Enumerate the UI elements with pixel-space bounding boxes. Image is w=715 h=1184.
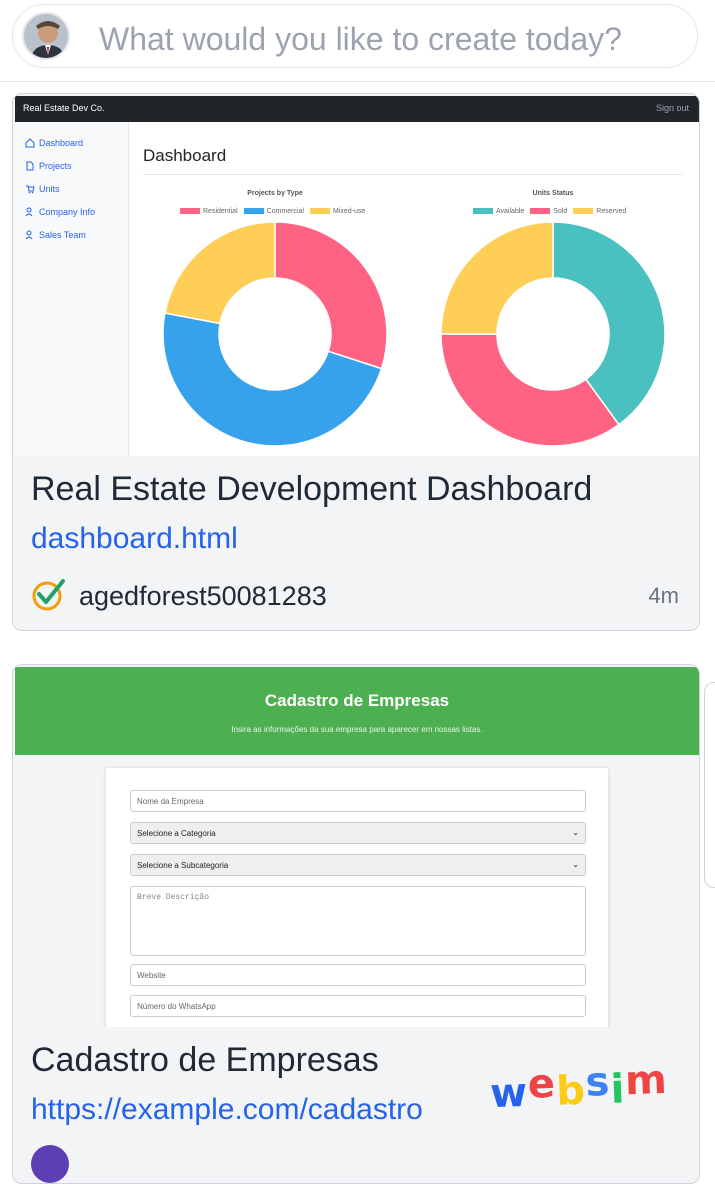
project-link[interactable]: https://example.com/cadastro bbox=[31, 1093, 423, 1127]
legend-label: Mixed-use bbox=[332, 208, 366, 215]
preview-nav-label: Projects bbox=[39, 161, 72, 171]
chart-legend: Available Sold Reserved bbox=[473, 208, 626, 215]
legend-label: Sold bbox=[553, 208, 568, 215]
side-panel-edge[interactable] bbox=[704, 682, 715, 888]
preview-nav-units: Units bbox=[25, 184, 60, 194]
website-field: Website bbox=[130, 964, 586, 986]
subcategory-select-value: Selecione a Subcategoria bbox=[137, 861, 229, 870]
legend-label: Available bbox=[496, 208, 525, 215]
chart-title: Projects by Type bbox=[247, 190, 303, 197]
user-avatar[interactable] bbox=[22, 12, 70, 60]
legend-swatch bbox=[573, 208, 594, 215]
legend-swatch bbox=[243, 208, 264, 215]
legend-swatch bbox=[530, 208, 551, 215]
legend-item: Commercial bbox=[243, 208, 304, 215]
legend-label: Residential bbox=[203, 208, 238, 215]
legend-item: Mixed-use bbox=[309, 208, 366, 215]
preview-nav-projects: Projects bbox=[25, 161, 72, 171]
websim-logo-letter: e bbox=[527, 1060, 557, 1108]
whatsapp-field: Número do WhatsApp bbox=[130, 995, 586, 1017]
home-icon bbox=[25, 138, 35, 148]
description-field: Breve Descrição bbox=[130, 886, 586, 956]
donut-slice-sold bbox=[440, 333, 620, 447]
legend-swatch bbox=[309, 208, 330, 215]
preview-sidebar: Dashboard Projects Units Company Info Sa… bbox=[15, 122, 129, 456]
websim-logo-letter: i bbox=[609, 1066, 627, 1113]
websim-logo: websim bbox=[489, 1057, 668, 1117]
preview-divider bbox=[143, 174, 683, 175]
users-icon bbox=[25, 230, 33, 240]
legend-label: Commercial bbox=[266, 208, 304, 215]
form-panel: Nome da Empresa Selecione a Categoria ⌄ S… bbox=[105, 767, 609, 1027]
preview-navbar: Real Estate Dev Co. Sign out bbox=[15, 96, 699, 122]
category-select: Selecione a Categoria ⌄ bbox=[130, 822, 586, 844]
project-preview[interactable]: Cadastro de Empresas Insira as informaçõ… bbox=[15, 667, 699, 1027]
preview-nav-company: Company Info bbox=[25, 207, 95, 217]
project-card[interactable]: Real Estate Dev Co. Sign out Dashboard P… bbox=[12, 93, 700, 631]
form-subheading: Insira as informações da sua empresa par… bbox=[231, 725, 483, 734]
websim-logo-letter: w bbox=[489, 1069, 529, 1118]
form-body: Nome da Empresa Selecione a Categoria ⌄ S… bbox=[15, 755, 699, 1027]
project-preview[interactable]: Real Estate Dev Co. Sign out Dashboard P… bbox=[15, 96, 699, 456]
legend-label: Reserved bbox=[596, 208, 627, 215]
preview-nav-sales: Sales Team bbox=[25, 230, 86, 240]
cart-icon bbox=[26, 185, 35, 194]
project-title[interactable]: Real Estate Development Dashboard bbox=[31, 470, 592, 509]
chevron-down-icon: ⌄ bbox=[572, 828, 579, 837]
users-icon bbox=[25, 207, 33, 217]
legend-item: Residential bbox=[180, 208, 238, 215]
donut-slice-residential bbox=[274, 221, 388, 370]
project-feed: Real Estate Dev Co. Sign out Dashboard P… bbox=[0, 82, 715, 1184]
create-prompt-input[interactable]: What would you like to create today? bbox=[12, 4, 698, 68]
chart-title: Units Status bbox=[532, 190, 574, 197]
chevron-down-icon: ⌄ bbox=[572, 860, 579, 869]
websim-logo-letter: s bbox=[584, 1058, 612, 1106]
preview-nav-label: Dashboard bbox=[39, 138, 84, 148]
preview-nav-dashboard: Dashboard bbox=[25, 138, 83, 148]
form-heading: Cadastro de Empresas bbox=[264, 691, 450, 710]
chart-legend: Residential Commercial Mixed-use bbox=[180, 208, 365, 215]
donut-slice-reserved bbox=[440, 221, 554, 335]
preview-signout: Sign out bbox=[655, 103, 689, 113]
verified-check-icon bbox=[32, 579, 65, 611]
post-time: 4m bbox=[648, 583, 679, 608]
category-select-value: Selecione a Categoria bbox=[137, 829, 216, 838]
top-bar: What would you like to create today? bbox=[0, 0, 715, 82]
prompt-placeholder: What would you like to create today? bbox=[99, 21, 622, 57]
preview-nav-label: Company Info bbox=[39, 207, 96, 217]
websim-logo-letter: b bbox=[555, 1067, 587, 1115]
legend-swatch bbox=[180, 208, 200, 215]
legend-item: Available bbox=[473, 208, 524, 215]
preview-nav-label: Sales Team bbox=[39, 230, 86, 240]
legend-item: Sold bbox=[530, 208, 567, 215]
file-icon bbox=[26, 161, 34, 171]
form-header: Cadastro de Empresas Insira as informaçõ… bbox=[15, 667, 699, 755]
legend-item: Reserved bbox=[573, 208, 626, 215]
preview-nav-label: Units bbox=[39, 184, 60, 194]
author-avatar[interactable] bbox=[31, 1145, 69, 1183]
company-name-field: Nome da Empresa bbox=[130, 790, 586, 812]
projects-by-type-donut bbox=[162, 221, 388, 447]
subcategory-select: Selecione a Subcategoria ⌄ bbox=[130, 854, 586, 876]
websim-logo-letter: m bbox=[624, 1056, 669, 1105]
project-title[interactable]: Cadastro de Empresas bbox=[31, 1041, 379, 1080]
preview-heading: Dashboard bbox=[143, 146, 227, 165]
legend-swatch bbox=[473, 208, 493, 215]
units-status-donut bbox=[440, 221, 666, 447]
donut-slice-mixed-use bbox=[164, 221, 276, 325]
author-name[interactable]: agedforest50081283 bbox=[79, 581, 327, 612]
preview-brand: Real Estate Dev Co. bbox=[23, 103, 105, 113]
project-link[interactable]: dashboard.html bbox=[31, 522, 238, 556]
